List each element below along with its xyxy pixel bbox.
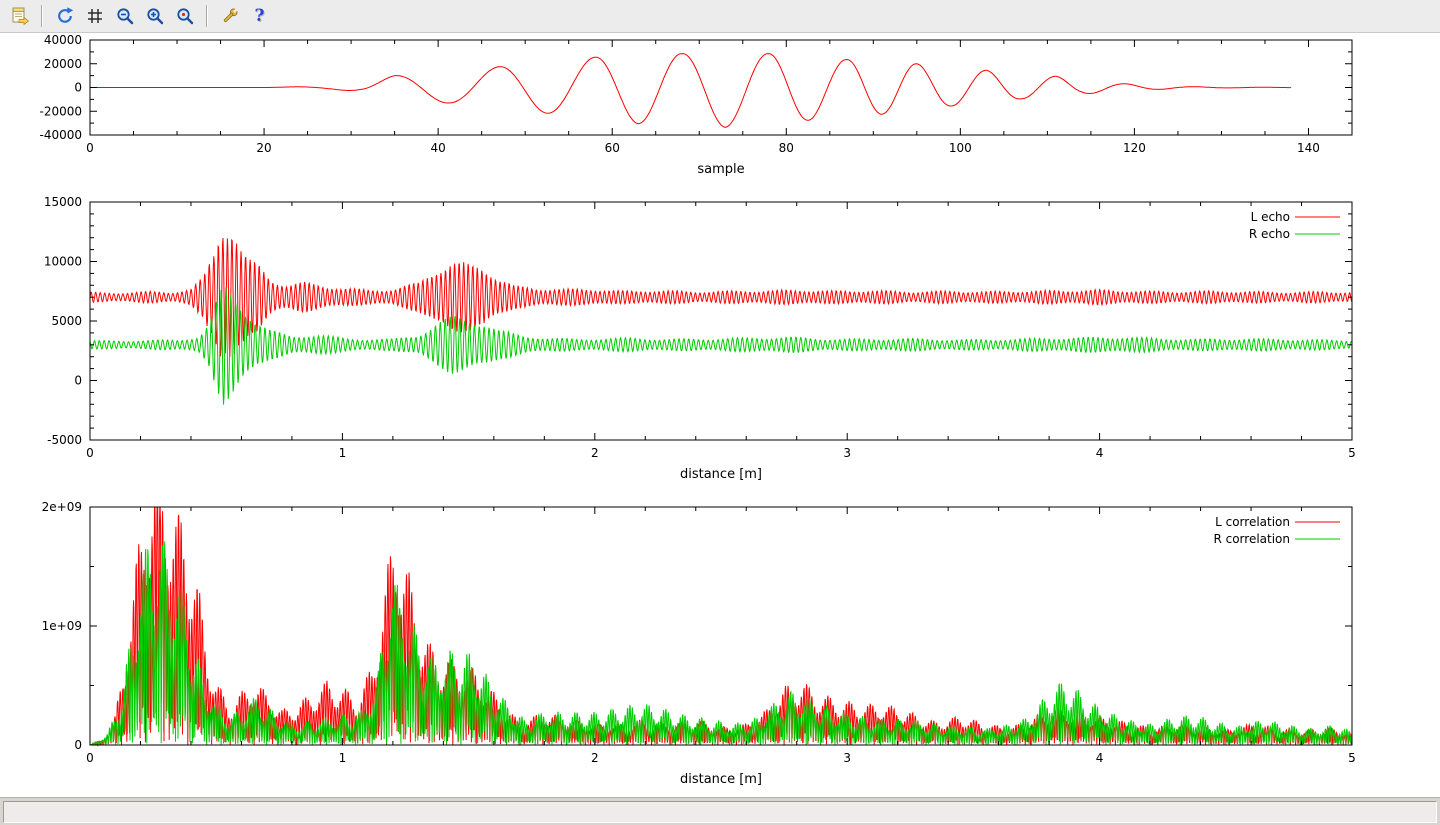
x-tick-label: 2: [591, 446, 599, 460]
y-tick-label: 15000: [44, 195, 82, 209]
wrench-icon: [220, 6, 240, 26]
x-tick-label: 2: [591, 751, 599, 765]
x-tick-label: 20: [256, 141, 271, 155]
toolbar: ?: [0, 0, 1440, 33]
grid-icon: [85, 6, 105, 26]
plot-canvas: 020406080100120140-40000-200000200004000…: [0, 0, 1440, 797]
x-tick-label: 0: [86, 446, 94, 460]
x-tick-label: 60: [605, 141, 620, 155]
zoom-next-button[interactable]: [141, 3, 168, 30]
plot-border: [90, 507, 1352, 745]
x-tick-label: 4: [1096, 751, 1104, 765]
legend-label: L correlation: [1215, 515, 1290, 529]
y-tick-label: -5000: [47, 433, 82, 447]
y-tick-label: 40000: [44, 33, 82, 47]
settings-button[interactable]: [216, 3, 243, 30]
zoom-previous-button[interactable]: [111, 3, 138, 30]
x-axis-label: distance [m]: [680, 467, 762, 482]
y-tick-label: 2e+09: [42, 500, 82, 514]
copy-to-clipboard-button[interactable]: [6, 3, 33, 30]
x-axis-label: sample: [697, 162, 744, 177]
x-tick-label: 1: [339, 446, 347, 460]
x-tick-label: 100: [949, 141, 972, 155]
series-line: [90, 507, 1352, 745]
toggle-grid-button[interactable]: [81, 3, 108, 30]
y-tick-label: 0: [74, 81, 82, 95]
status-field: [3, 801, 1437, 823]
x-tick-label: 80: [779, 141, 794, 155]
x-tick-label: 0: [86, 141, 94, 155]
legend-label: R correlation: [1213, 532, 1290, 546]
correlation-chart[interactable]: 0 1 2 3 4 5 0 1e+09 2e+09 distance [m] L correlati…: [42, 500, 1356, 787]
autoscale-button[interactable]: [171, 3, 198, 30]
series-line: [90, 238, 1352, 357]
legend-label: L echo: [1251, 210, 1290, 224]
x-tick-label: 0: [86, 751, 94, 765]
plot-border: [90, 202, 1352, 440]
refresh-icon: [55, 6, 75, 26]
signal-chart[interactable]: 0 20 40 60 80 100 120 140 -40000 -20000 0 20000 4000…: [39, 33, 1352, 177]
zoom-previous-icon: [115, 6, 135, 26]
x-tick-label: 120: [1123, 141, 1146, 155]
help-button[interactable]: ?: [246, 3, 273, 30]
y-tick-label: -20000: [39, 104, 82, 118]
legend-label: R echo: [1249, 227, 1290, 241]
replot-button[interactable]: [51, 3, 78, 30]
question-mark-icon: ?: [255, 8, 265, 25]
y-tick-label: 0: [74, 374, 82, 388]
toolbar-separator: [41, 5, 43, 27]
x-tick-label: 3: [843, 446, 851, 460]
x-axis-label: distance [m]: [680, 772, 762, 787]
status-bar: [0, 797, 1440, 825]
y-tick-label: 20000: [44, 57, 82, 71]
x-tick-label: 4: [1096, 446, 1104, 460]
autoscale-icon: [175, 6, 195, 26]
y-tick-label: 0: [74, 738, 82, 752]
x-tick-label: 40: [430, 141, 445, 155]
toolbar-separator: [206, 5, 208, 27]
x-tick-label: 5: [1348, 446, 1356, 460]
x-tick-label: 140: [1297, 141, 1320, 155]
x-tick-label: 5: [1348, 751, 1356, 765]
y-tick-label: 1e+09: [42, 619, 82, 633]
echo-chart[interactable]: 0 1 2 3 4 5 -5000 0 5000 10000 15000 distance [m] L …: [44, 195, 1356, 482]
y-tick-label: -40000: [39, 128, 82, 142]
series-line: [90, 54, 1291, 128]
y-tick-label: 5000: [51, 314, 82, 328]
y-tick-label: 10000: [44, 255, 82, 269]
x-tick-label: 3: [843, 751, 851, 765]
clipboard-icon: [10, 6, 30, 26]
zoom-next-icon: [145, 6, 165, 26]
x-tick-label: 1: [339, 751, 347, 765]
